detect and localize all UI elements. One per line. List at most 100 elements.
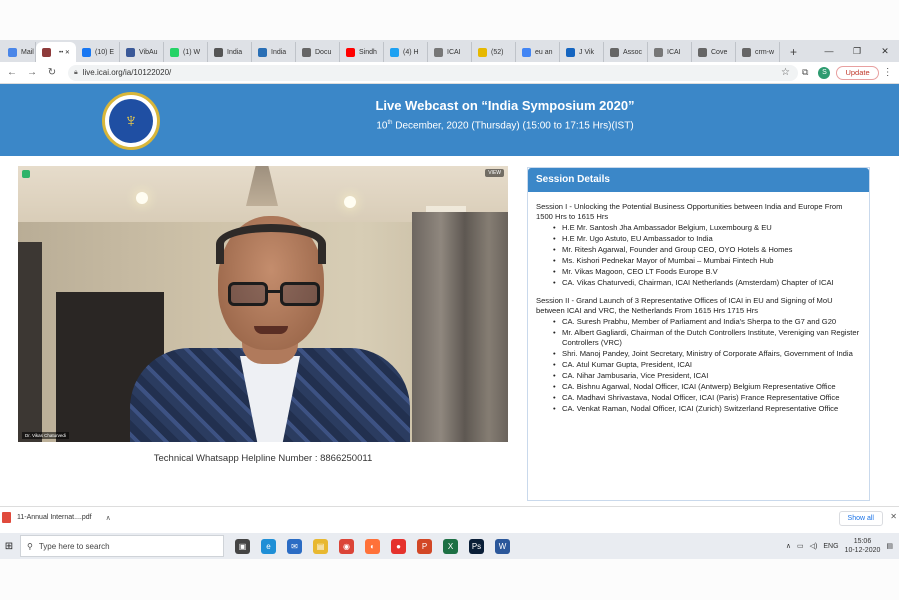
firefox-icon[interactable]: ◐ [365,538,380,554]
photoshop-icon[interactable]: Ps [469,538,484,554]
network-icon[interactable]: ▭ [797,542,804,550]
video-view-toggle[interactable]: VIEW [485,169,504,177]
tab-label: Sindh [359,48,377,56]
tab-favicon-icon [390,47,399,57]
browser-tab-strip: Mail •• ✕ (10) E VibAu (1) W India India Docu Si… [0,40,899,62]
screen-recorder-icon[interactable]: ● [391,538,406,554]
helpline-text: Technical Whatsapp Helpline Number : 886… [153,453,373,464]
tab-favicon-icon [8,47,17,57]
close-tab-icon[interactable]: •• ✕ [59,49,70,56]
download-file-name: 11-Annual Internat....pdf [17,514,92,521]
tab-label: crm-w [755,48,775,56]
close-window-icon[interactable]: ✕ [871,40,899,62]
tab-label: J Vik [579,48,595,56]
extensions-icon[interactable]: ⧉ [802,67,808,78]
tab-favicon-icon [302,47,311,57]
maximize-icon[interactable]: ❐ [843,40,871,62]
new-tab-button[interactable]: + [780,42,807,62]
language-indicator[interactable]: ENG [823,543,838,550]
update-button[interactable]: Update [836,65,879,80]
browser-tab[interactable]: Sindh [340,42,384,62]
speaker-list-item: CA. Vikas Chaturvedi, Chairman, ICAI Net… [553,278,861,288]
browser-tab[interactable]: •• ✕ [36,42,76,62]
speaker-list-item: CA. Nihar Jambusaria, Vice President, IC… [553,371,861,381]
video-door [18,242,42,442]
browser-tab[interactable]: (1) W [164,42,208,62]
lock-icon[interactable]: 🔒︎ [74,69,78,77]
forward-icon[interactable]: → [24,67,40,78]
tab-favicon-icon [82,47,91,57]
session-content: Session I - Unlocking the Potential Busi… [528,192,869,414]
speaker-glasses-bridge [266,290,282,293]
tab-label: (1) W [183,48,201,56]
browser-tab[interactable]: (52) [472,42,516,62]
tab-label: VibAu [139,48,158,56]
tab-label: Mail [21,48,34,56]
browser-tab[interactable]: Cove [692,42,736,62]
browser-tab[interactable]: (4) H [384,42,428,62]
tab-favicon-icon [610,47,619,57]
show-all-button[interactable]: Show all [838,511,883,526]
minimize-icon[interactable]: — [815,40,843,62]
tab-label: ICAI [667,48,681,56]
powerpoint-icon[interactable]: P [417,538,432,554]
speaker-list-item: CA. Madhavi Shrivastava, Nodal Officer, … [553,393,861,403]
browser-tab[interactable]: ICAI [428,42,472,62]
browser-tab[interactable]: eu an [516,42,560,62]
system-tray: ∧ ▭ ◁) ENG 15:06 10-12-2020 ▤ [786,537,899,555]
participant-name: Dr. Vikas Chaturvedi [22,432,69,439]
video-player[interactable]: VIEW Dr. Vikas Chaturvedi [18,166,508,442]
tab-favicon-icon [478,47,487,57]
browser-tab[interactable]: VibAu [120,42,164,62]
browser-toolbar: ← → ↻ 🔒︎ live.icai.org/ia/10122020/ ☆ ⧉ … [0,62,899,84]
browser-tab[interactable]: J Vik [560,42,604,62]
browser-tab[interactable]: ICAI [648,42,692,62]
browser-tab[interactable]: crm-w [736,42,780,62]
notification-icon[interactable]: ▤ [886,542,893,550]
speaker-list-item: CA. Bishnu Agarwal, Nodal Officer, ICAI … [553,382,861,392]
address-bar[interactable]: 🔒︎ live.icai.org/ia/10122020/ ☆ [68,64,798,81]
browser-tab[interactable]: Assoc [604,42,648,62]
profile-avatar[interactable]: S [818,66,831,79]
browser-tab[interactable]: Mail [2,42,36,62]
speaker-icon[interactable]: ◁) [810,542,818,550]
taskbar-search-input[interactable]: ⚲ Type here to search [20,535,224,557]
tab-label: Assoc [623,48,643,56]
tab-label: eu an [535,48,553,56]
page-body: VIEW Dr. Vikas Chaturvedi Technical What… [0,156,899,501]
close-icon[interactable]: ✕ [890,512,897,521]
tab-favicon-icon [698,47,707,57]
tab-label: Docu [315,48,332,56]
taskbar-clock[interactable]: 15:06 10-12-2020 [845,537,881,555]
speaker-list-item: CA. Venkat Raman, Nodal Officer, ICAI (Z… [553,404,861,414]
menu-kebab-icon[interactable]: ⋮ [883,67,893,78]
back-icon[interactable]: ← [4,67,20,78]
webcast-date: 10th December, 2020 (Thursday) (15:00 to… [0,120,899,131]
mail-icon[interactable]: ✉ [287,538,302,554]
session-block: Session I - Unlocking the Potential Busi… [536,202,861,288]
task-view-icon[interactable]: ▣ [235,538,250,554]
windows-start-icon[interactable]: ⊞ [0,541,18,552]
word-icon[interactable]: W [495,538,510,554]
chevron-up-icon[interactable]: ∧ [106,514,111,522]
browser-tab[interactable]: Docu [296,42,340,62]
speaker-list-item: CA. Suresh Prabhu, Member of Parliament … [553,317,861,327]
bookmark-star-icon[interactable]: ☆ [781,67,790,78]
date-day: 10 [376,120,388,132]
browser-tab[interactable]: India [252,42,296,62]
browser-tab[interactable]: India [208,42,252,62]
video-light [136,192,148,204]
tab-label: India [271,48,287,56]
speaker-list-item: Mr. Ritesh Agarwal, Founder and Group CE… [553,245,861,255]
browser-tab[interactable]: (10) E [76,42,120,62]
excel-icon[interactable]: X [443,538,458,554]
tab-favicon-icon [214,47,223,57]
tab-label: ICAI [447,48,461,56]
chevron-up-icon[interactable]: ∧ [786,542,791,550]
reload-icon[interactable]: ↻ [44,67,60,78]
edge-icon[interactable]: e [261,538,276,554]
speaker-list-item: Shri. Manoj Pandey, Joint Secretary, Min… [553,349,861,359]
download-item[interactable]: 11-Annual Internat....pdf ∧ [2,512,111,523]
chrome-icon[interactable]: ◉ [339,538,354,554]
file-explorer-icon[interactable]: ▤ [313,538,328,554]
